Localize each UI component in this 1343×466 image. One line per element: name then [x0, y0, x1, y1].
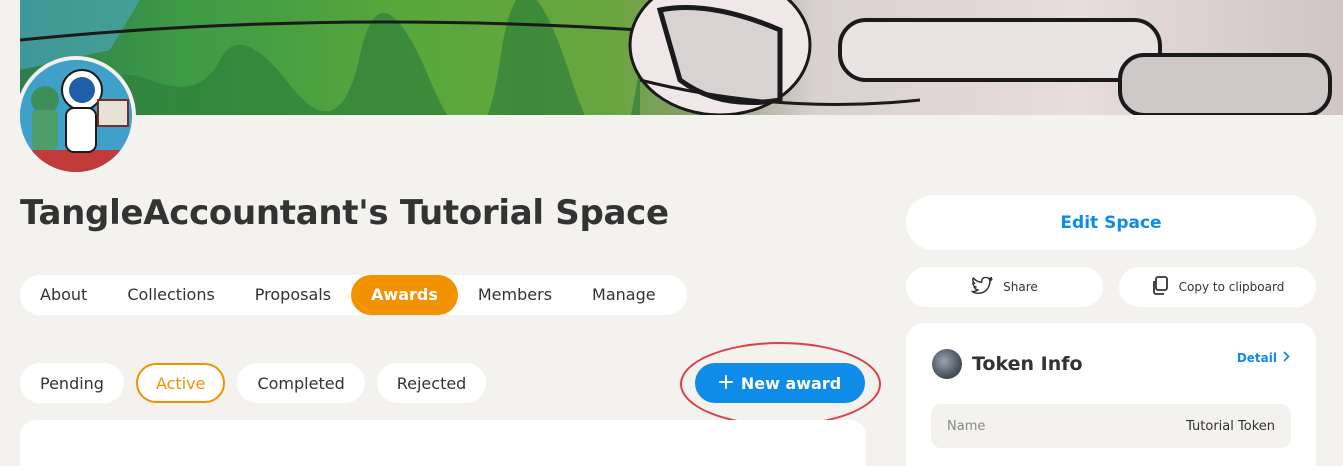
- token-info-card: Token Info Detail Name Tutorial Token: [906, 323, 1316, 466]
- chevron-right-icon: [1283, 351, 1290, 365]
- tab-proposals[interactable]: Proposals: [235, 275, 351, 315]
- share-button[interactable]: Share: [906, 267, 1103, 307]
- filter-completed[interactable]: Completed: [237, 363, 365, 403]
- copy-icon: [1151, 275, 1169, 299]
- space-banner: [20, 0, 1343, 115]
- astronaut-avatar-image: [20, 60, 132, 172]
- token-avatar: [932, 349, 962, 379]
- detail-label: Detail: [1236, 351, 1277, 365]
- tab-members[interactable]: Members: [458, 275, 572, 315]
- tab-manage[interactable]: Manage: [572, 275, 676, 315]
- share-label: Share: [1003, 280, 1038, 294]
- plus-icon: [718, 374, 733, 393]
- edit-space-button[interactable]: Edit Space: [906, 195, 1316, 250]
- awards-content-card: [20, 420, 866, 466]
- tab-awards[interactable]: Awards: [351, 275, 458, 315]
- filter-active[interactable]: Active: [135, 363, 226, 403]
- tab-about[interactable]: About: [20, 275, 107, 315]
- new-award-label: New award: [740, 373, 842, 393]
- token-name-label: Name: [947, 418, 986, 434]
- new-award-button[interactable]: New award: [695, 363, 865, 403]
- tab-collections[interactable]: Collections: [107, 275, 234, 315]
- token-info-title: Token Info: [972, 353, 1083, 375]
- copy-to-clipboard-button[interactable]: Copy to clipboard: [1119, 267, 1316, 307]
- token-detail-link[interactable]: Detail: [1237, 351, 1290, 365]
- token-name-row: Name Tutorial Token: [931, 404, 1291, 448]
- space-avatar: [16, 56, 136, 176]
- filter-pending[interactable]: Pending: [20, 363, 124, 403]
- filter-rejected[interactable]: Rejected: [376, 363, 487, 403]
- token-info-header: Token Info: [932, 349, 1083, 379]
- page-title: TangleAccountant's Tutorial Space: [20, 193, 669, 233]
- award-status-filters: Pending Active Completed Rejected: [20, 363, 487, 403]
- banner-artwork: [20, 0, 1332, 115]
- twitter-icon: [971, 276, 993, 298]
- copy-label: Copy to clipboard: [1178, 280, 1285, 294]
- token-name-value: Tutorial Token: [1186, 418, 1275, 434]
- space-tabs: About Collections Proposals Awards Membe…: [20, 275, 687, 315]
